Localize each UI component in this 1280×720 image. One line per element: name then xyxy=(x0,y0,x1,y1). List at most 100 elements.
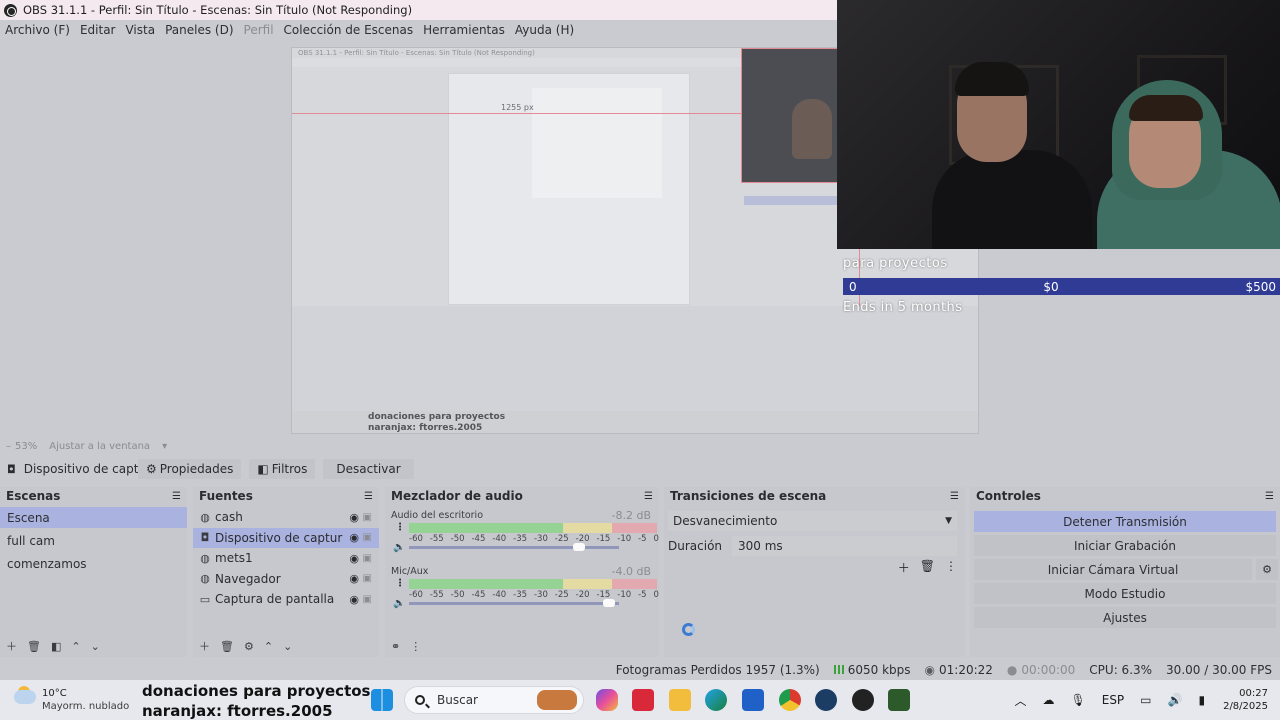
dock-menu-icon[interactable]: ☰ xyxy=(644,491,653,502)
start-recording-button[interactable]: Iniciar Grabación xyxy=(974,535,1276,556)
transition-select[interactable]: Desvanecimiento ▼ xyxy=(668,511,957,531)
nested-camera-source[interactable] xyxy=(741,48,841,183)
link-icon[interactable]: ⚭ xyxy=(391,640,400,653)
virtual-camera-button[interactable]: Iniciar Cámara Virtual ⚙ xyxy=(974,559,1278,580)
arrow-up-icon[interactable]: ⌃ xyxy=(264,640,273,653)
network-cloud-icon[interactable]: ☁ xyxy=(1043,693,1055,707)
duration-row: Duración 300 ms xyxy=(668,536,957,556)
taskbar-search[interactable]: Buscar xyxy=(404,686,584,714)
volume-slider[interactable] xyxy=(409,546,619,549)
search-placeholder: Buscar xyxy=(437,693,478,707)
display-icon[interactable]: ▭ xyxy=(1140,693,1151,707)
filter-icon[interactable]: ◧ xyxy=(51,640,61,653)
trash-icon[interactable]: 🗑 xyxy=(920,559,935,576)
studio-mode-button[interactable]: Modo Estudio xyxy=(974,583,1276,604)
more-icon[interactable]: ⋮ xyxy=(945,559,957,576)
store-icon[interactable] xyxy=(742,689,764,711)
more-icon[interactable]: ⋮ xyxy=(395,522,405,533)
arrow-down-icon[interactable]: ⌄ xyxy=(283,640,292,653)
volume-slider-handle[interactable] xyxy=(573,543,585,551)
eye-icon[interactable]: ◉ xyxy=(349,511,359,524)
menu-vista[interactable]: Vista xyxy=(120,23,160,37)
trash-icon[interactable]: 🗑 xyxy=(27,640,41,653)
properties-button[interactable]: ⚙ Propiedades xyxy=(138,459,242,479)
source-item[interactable]: ◍ Navegador ◉ ▣ xyxy=(193,569,379,590)
battery-icon[interactable]: ▮ xyxy=(1198,693,1205,707)
stop-stream-button[interactable]: Detener Transmisión xyxy=(974,511,1276,532)
clock[interactable]: 00:27 2/8/2025 xyxy=(1223,687,1268,713)
volume-slider[interactable] xyxy=(409,602,619,605)
steam-icon[interactable] xyxy=(815,689,837,711)
zoom-percent[interactable]: 53% xyxy=(15,441,37,452)
menu-ayuda[interactable]: Ayuda (H) xyxy=(510,23,579,37)
duration-input[interactable]: 300 ms xyxy=(732,536,957,556)
microphone-icon[interactable]: 🎙 xyxy=(1071,693,1086,707)
add-icon[interactable]: ＋ xyxy=(199,638,210,654)
sources-dock-title: Fuentes ☰ xyxy=(193,487,379,505)
scene-item[interactable]: Escena xyxy=(0,507,187,528)
gear-icon[interactable]: ⚙ xyxy=(244,640,254,653)
zoom-out-icon[interactable]: – xyxy=(6,441,11,452)
scene-item[interactable]: full cam xyxy=(0,530,187,551)
speaker-icon[interactable]: 🔈 xyxy=(393,542,405,553)
add-icon[interactable]: ＋ xyxy=(6,638,17,654)
gear-icon[interactable]: ⚙ xyxy=(1256,559,1278,580)
speaker-icon[interactable]: 🔈 xyxy=(393,598,405,609)
source-item[interactable]: ◍ mets1 ◉ ▣ xyxy=(193,548,379,569)
bitrate-value: 6050 kbps xyxy=(847,663,911,677)
more-icon[interactable]: ⋮ xyxy=(395,578,405,589)
scene-item[interactable]: comenzamos xyxy=(0,553,187,574)
deactivate-button[interactable]: Desactivar xyxy=(323,459,414,479)
edge-icon[interactable] xyxy=(705,689,727,711)
copilot-icon[interactable] xyxy=(596,689,618,711)
weather-widget[interactable]: 10°C Mayorm. nublado xyxy=(14,686,134,716)
source-item[interactable]: ◘ Dispositivo de captura de video ◉ ▣ xyxy=(193,527,379,548)
menu-herramientas[interactable]: Herramientas xyxy=(418,23,510,37)
chevron-up-icon[interactable]: ︿ xyxy=(1014,692,1026,709)
menu-archivo[interactable]: Archivo (F) xyxy=(0,23,75,37)
zoom-fit[interactable]: Ajustar a la ventana xyxy=(49,441,150,452)
menu-perfil[interactable]: Perfil xyxy=(239,23,279,37)
arrow-up-icon[interactable]: ⌃ xyxy=(71,640,80,653)
trash-icon[interactable]: 🗑 xyxy=(220,640,234,653)
volume-slider-handle[interactable] xyxy=(603,599,615,607)
eye-icon[interactable]: ◉ xyxy=(349,552,359,565)
menu-coleccion-escenas[interactable]: Colección de Escenas xyxy=(279,23,419,37)
volume-icon[interactable]: 🔊 xyxy=(1168,693,1183,707)
settings-button[interactable]: Ajustes xyxy=(974,607,1276,628)
chrome-icon[interactable] xyxy=(779,689,801,711)
add-icon[interactable]: ＋ xyxy=(898,559,910,576)
nested-menu-bar xyxy=(292,58,741,67)
filters-button[interactable]: ◧ Filtros xyxy=(249,459,316,479)
windows-start-icon[interactable] xyxy=(371,689,393,711)
guide-distance-label: 1255 px xyxy=(501,103,534,112)
file-explorer-icon[interactable] xyxy=(669,689,691,711)
game-icon[interactable] xyxy=(888,689,910,711)
gear-icon: ⚙ xyxy=(146,462,157,476)
lock-icon[interactable]: ▣ xyxy=(363,553,372,564)
office-icon[interactable] xyxy=(632,689,654,711)
more-icon[interactable]: ⋮ xyxy=(410,640,421,653)
menu-paneles[interactable]: Paneles (D) xyxy=(160,23,238,37)
lock-icon[interactable]: ▣ xyxy=(363,532,372,543)
eye-icon[interactable]: ◉ xyxy=(349,593,359,606)
dock-menu-icon[interactable]: ☰ xyxy=(172,491,181,502)
dock-menu-icon[interactable]: ☰ xyxy=(364,491,373,502)
menu-editar[interactable]: Editar xyxy=(75,23,121,37)
lock-icon[interactable]: ▣ xyxy=(363,573,372,584)
lock-icon[interactable]: ▣ xyxy=(363,512,372,523)
arrow-down-icon[interactable]: ⌄ xyxy=(91,640,100,653)
mixer-toolbar: ⚭ ⋮ xyxy=(385,635,659,657)
dock-menu-icon[interactable]: ☰ xyxy=(950,491,959,502)
source-item[interactable]: ◍ cash ◉ ▣ xyxy=(193,507,379,528)
chevron-down-icon[interactable]: ▾ xyxy=(162,441,167,452)
source-item[interactable]: ▭ Captura de pantalla ◉ ▣ xyxy=(193,589,379,610)
eye-icon[interactable]: ◉ xyxy=(349,572,359,585)
weather-temp: 10°C xyxy=(42,688,67,699)
lock-icon[interactable]: ▣ xyxy=(363,594,372,605)
obs-taskbar-icon[interactable] xyxy=(852,689,874,711)
eye-icon[interactable]: ◉ xyxy=(349,531,359,544)
goal-start: 0 xyxy=(849,279,857,294)
dock-menu-icon[interactable]: ☰ xyxy=(1265,491,1274,502)
language-indicator[interactable]: ESP xyxy=(1102,693,1124,707)
